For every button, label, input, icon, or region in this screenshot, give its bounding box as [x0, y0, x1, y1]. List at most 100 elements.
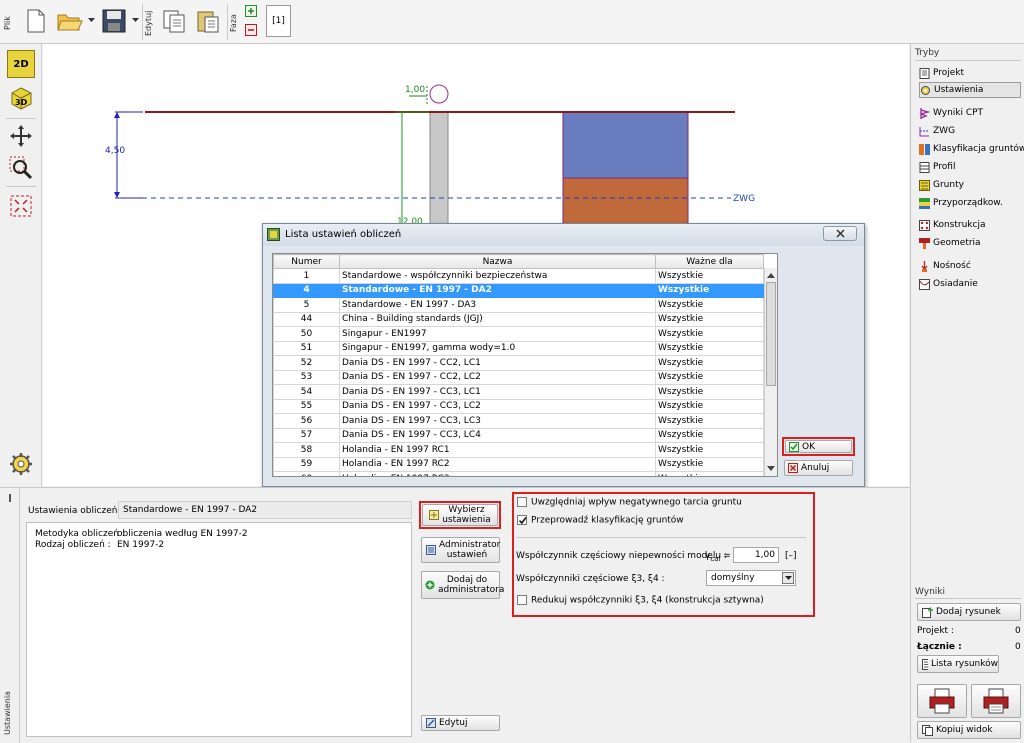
mode-klasyfikacja[interactable]: Klasyfikacja gruntów — [919, 141, 1024, 157]
phase-1-tab[interactable]: [1] — [266, 5, 291, 37]
negative-friction-checkbox[interactable] — [517, 497, 527, 507]
row-number-cell: 59 — [273, 456, 340, 472]
table-row[interactable]: 60Holandia - EN 1997 RC3Wszystkie — [273, 471, 764, 476]
panel-side-tab[interactable]: Ustawienia — [0, 488, 20, 743]
dialog-titlebar[interactable]: Lista ustawień obliczeń — [263, 224, 864, 246]
view-tools-bar: 2D 3D — [0, 44, 42, 488]
save-dropdown-icon[interactable] — [132, 16, 139, 26]
view-2d-button[interactable]: 2D — [7, 50, 35, 78]
ok-button[interactable]: OK — [785, 440, 852, 453]
mode-zwg[interactable]: ZWG — [919, 123, 1021, 139]
mode-projekt[interactable]: Projekt — [919, 65, 1021, 81]
mode-przyporzadkowanie[interactable]: Przyporządkow. — [919, 195, 1021, 211]
reduce-factors-checkbox[interactable] — [517, 595, 527, 605]
row-valid-cell: Wszystkie — [655, 398, 764, 414]
select-settings-button[interactable]: Wybierz ustawienia — [422, 504, 498, 526]
row-number-cell: 4 — [273, 282, 340, 298]
view-3d-button[interactable]: 3D — [7, 84, 35, 112]
table-row[interactable]: 55 Dania DS - EN 1997 - CC3, LC2 Wszystkie — [273, 398, 764, 414]
project-count-label: Projekt : — [917, 626, 954, 636]
copy-view-button[interactable]: Kopiuj widok — [917, 721, 1021, 739]
modes-panel: Tryby Projekt Ustawienia Wyniki CPT ZWG … — [910, 44, 1024, 742]
list-icon — [922, 658, 928, 670]
add-phase-icon[interactable] — [245, 5, 257, 20]
structure-icon — [919, 219, 930, 231]
negative-friction-option[interactable]: Uwzględniaj wpływ negatywnego tarcia gru… — [517, 497, 742, 508]
soil-layer-top — [562, 111, 689, 179]
table-row[interactable]: 53 Dania DS - EN 1997 - CC2, LC2 Wszystkie — [273, 369, 764, 385]
save-icon[interactable] — [100, 6, 128, 36]
panel-tab-label: Ustawienia — [3, 691, 12, 735]
modes-title: Tryby — [915, 48, 940, 58]
scroll-thumb[interactable] — [766, 282, 776, 386]
row-name-cell: Dania DS - EN 1997 - CC2, LC1 — [339, 355, 656, 371]
chevron-down-icon[interactable] — [782, 572, 794, 584]
table-row[interactable]: 4 Standardowe - EN 1997 - DA2 Wszystkie — [273, 282, 764, 298]
row-valid-cell: Wszystkie — [655, 427, 764, 443]
row-number-cell: 55 — [273, 398, 340, 414]
paste-data-icon[interactable] — [194, 6, 222, 36]
check-icon — [789, 441, 799, 452]
row-valid-cell: Wszystkie — [655, 442, 764, 458]
row-number-cell: 58 — [273, 442, 340, 458]
dialog-close-button[interactable] — [823, 226, 857, 241]
row-valid-cell: Wszystkie — [655, 369, 764, 385]
column-header-valid[interactable]: Ważne dla — [655, 254, 764, 269]
mode-osiadanie[interactable]: Osiadanie — [919, 276, 1021, 292]
table-row[interactable]: 58 Holandia - EN 1997 RC1 Wszystkie — [273, 442, 764, 458]
column-header-name[interactable]: Nazwa — [339, 254, 656, 269]
table-row[interactable]: 59 Holandia - EN 1997 RC2 Wszystkie — [273, 456, 764, 472]
mode-nosnosc[interactable]: Nośność — [919, 258, 1021, 274]
zoom-extents-icon[interactable] — [7, 192, 35, 220]
table-row[interactable]: 5 Standardowe - EN 1997 - DA3 Wszystkie — [273, 297, 764, 313]
mode-wyniki-cpt[interactable]: Wyniki CPT — [919, 105, 1021, 121]
move-icon[interactable] — [7, 122, 35, 150]
copy-data-icon[interactable] — [160, 6, 188, 36]
settings-gear-icon[interactable] — [7, 450, 35, 478]
mode-ustawienia[interactable]: Ustawienia — [919, 82, 1021, 98]
row-number-cell: 56 — [273, 413, 340, 429]
table-row[interactable]: 51 Singapur - EN1997, gamma wody=1.0 Wszys… — [273, 340, 764, 356]
xi-factors-select[interactable]: domyślny — [706, 570, 796, 586]
water-table-label: ZWG — [733, 194, 755, 204]
printer-icon — [929, 688, 955, 714]
scroll-up-icon[interactable] — [767, 271, 775, 281]
mode-profil[interactable]: Profil — [919, 159, 1021, 175]
print-button[interactable] — [917, 684, 967, 718]
table-scrollbar[interactable] — [764, 268, 777, 476]
new-file-icon[interactable] — [22, 6, 50, 36]
settings-admin-button[interactable]: Administrator ustawień — [421, 537, 500, 563]
edit-settings-button[interactable]: Edytuj — [421, 715, 500, 731]
mode-grunty[interactable]: Grunty — [919, 177, 1021, 193]
model-factor-symbol: γcal = — [705, 551, 731, 563]
model-factor-input[interactable]: 1,00 — [733, 547, 779, 563]
dialog-title: Lista ustawień obliczeń — [285, 229, 402, 240]
add-to-admin-button[interactable]: Dodaj do administratora — [421, 571, 504, 599]
phase-group-label: Faza — [229, 14, 238, 32]
add-drawing-button[interactable]: Dodaj rysunek — [917, 603, 1021, 621]
mode-geometria[interactable]: Geometria — [919, 235, 1021, 251]
open-file-icon[interactable] — [56, 6, 84, 36]
table-row[interactable]: 50 Singapur - EN1997 Wszystkie — [273, 326, 764, 342]
table-row[interactable]: 56 Dania DS - EN 1997 - CC3, LC3 Wszystkie — [273, 413, 764, 429]
table-row[interactable]: 54 Dania DS - EN 1997 - CC3, LC1 Wszystkie — [273, 384, 764, 400]
row-name-cell: Dania DS - EN 1997 - CC3, LC4 — [339, 427, 656, 443]
soil-classification-option[interactable]: Przeprowadź klasyfikację gruntów — [517, 515, 684, 526]
cancel-button[interactable]: Anuluj — [784, 460, 853, 476]
scroll-down-icon[interactable] — [767, 464, 775, 474]
mode-konstrukcja[interactable]: Konstrukcja — [919, 217, 1021, 233]
reduce-factors-option[interactable]: Redukuj współczynniki ξ3, ξ4 (konstrukcj… — [517, 595, 764, 606]
print-view-button[interactable] — [971, 684, 1021, 718]
method-label: Metodyka obliczeń : — [35, 529, 125, 539]
add-icon — [425, 580, 435, 590]
soil-classification-checkbox[interactable] — [517, 515, 527, 525]
table-row[interactable]: 57 Dania DS - EN 1997 - CC3, LC4 Wszystkie — [273, 427, 764, 443]
column-header-number[interactable]: Numer — [273, 254, 340, 269]
remove-phase-icon[interactable] — [245, 24, 257, 39]
open-dropdown-icon[interactable] — [88, 16, 95, 26]
table-row[interactable]: 1 Standardowe - współczynniki bezpieczeńs… — [273, 268, 764, 284]
table-row[interactable]: 44 China - Building standards (JGJ) Wszyst… — [273, 311, 764, 327]
zoom-icon[interactable] — [7, 154, 35, 182]
list-drawings-button[interactable]: Lista rysunków — [917, 655, 999, 673]
table-row[interactable]: 52 Dania DS - EN 1997 - CC2, LC1 Wszystkie — [273, 355, 764, 371]
